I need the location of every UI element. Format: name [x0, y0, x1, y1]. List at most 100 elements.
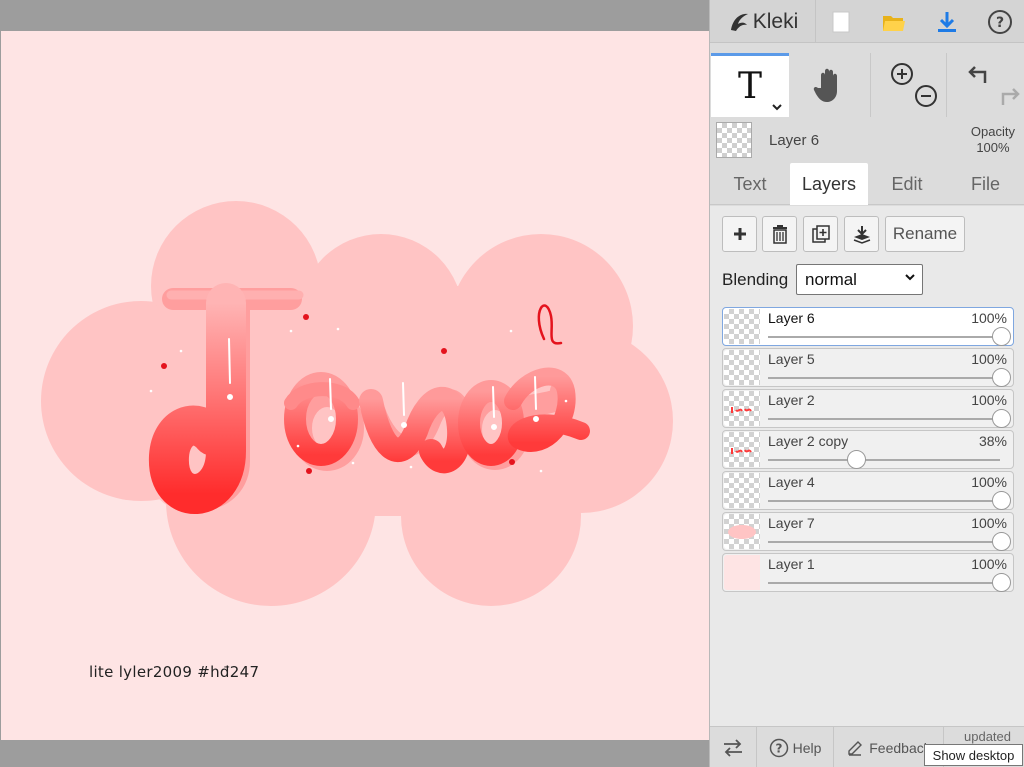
drawing-canvas[interactable]: lite lyler2009 #hđ247 — [1, 31, 709, 740]
layer-opacity-value: 100% — [971, 392, 1007, 408]
hand-tool-icon — [813, 68, 837, 102]
layer-opacity-slider[interactable] — [768, 500, 1000, 502]
layer-name: Layer 2 — [768, 392, 815, 408]
opacity-readout: Opacity 100% — [971, 124, 1015, 156]
layer-opacity-value: 100% — [971, 556, 1007, 572]
help-button[interactable]: ? — [976, 0, 1024, 43]
layer-name: Layer 4 — [768, 474, 815, 490]
layer-row[interactable]: Layer 1 100% — [722, 553, 1014, 592]
layer-name: Layer 5 — [768, 351, 815, 367]
add-layer-icon — [733, 228, 746, 240]
layer-row[interactable]: Layer 5 100% — [722, 348, 1014, 387]
layer-opacity-knob[interactable] — [992, 409, 1011, 428]
kleki-logo-icon — [730, 13, 748, 31]
layer-thumbnail — [724, 432, 760, 467]
delete-layer-icon — [772, 225, 787, 244]
opacity-label: Opacity — [970, 124, 1015, 139]
side-panel: Kleki ? T Layer 6 Opacity 100% Text Laye… — [709, 0, 1024, 767]
artwork — [41, 201, 673, 606]
layer-opacity-slider[interactable] — [768, 582, 1000, 584]
layer-name: Layer 2 copy — [768, 433, 849, 449]
layer-opacity-value: 38% — [978, 433, 1007, 449]
layer-opacity-knob[interactable] — [992, 532, 1011, 551]
layer-opacity-slider[interactable] — [768, 377, 1000, 379]
chevron-down-icon[interactable] — [771, 103, 783, 111]
layer-thumbnail — [724, 514, 760, 549]
open-file-button[interactable] — [870, 0, 918, 43]
panel-tabs: Text Layers Edit File — [710, 163, 1024, 205]
merge-down-icon — [853, 226, 870, 244]
add-layer-button[interactable] — [722, 216, 757, 252]
help-link[interactable]: ? Help — [757, 727, 834, 767]
download-icon — [938, 11, 956, 32]
svg-text:?: ? — [775, 741, 782, 755]
layer-row[interactable]: Layer 4 100% — [722, 471, 1014, 510]
tab-edit[interactable]: Edit — [868, 163, 946, 205]
layer-name: Layer 6 — [768, 310, 815, 326]
layer-opacity-slider[interactable] — [768, 418, 1000, 420]
swap-side-button[interactable] — [710, 727, 757, 767]
tab-file[interactable]: File — [946, 163, 1024, 205]
layer-opacity-value: 100% — [971, 351, 1007, 367]
layer-opacity-knob[interactable] — [992, 491, 1011, 510]
blending-select[interactable]: normal — [796, 264, 923, 295]
layer-opacity-value: 100% — [971, 474, 1007, 490]
swap-icon — [724, 738, 742, 757]
layer-list: Layer 6 100% Layer 5 100% Layer 2 100% Layer 2… — [722, 307, 1014, 594]
layer-row[interactable]: Layer 6 100% — [722, 307, 1014, 346]
duplicate-layer-button[interactable] — [803, 216, 838, 252]
redo-icon[interactable] — [995, 85, 1021, 109]
tab-layers[interactable]: Layers — [790, 163, 868, 205]
open-folder-icon — [883, 15, 905, 31]
layers-panel: Rename Blending normal Layer 6 100% Layer … — [710, 206, 1024, 726]
history-controls — [946, 53, 1024, 117]
blending-label: Blending — [722, 270, 789, 289]
layer-opacity-knob[interactable] — [992, 327, 1011, 346]
kleki-logo-button[interactable]: Kleki — [710, 0, 816, 43]
layer-thumbnail — [724, 555, 760, 590]
updated-label: updated — [964, 729, 1011, 744]
canvas-area[interactable]: lite lyler2009 #hđ247 — [0, 0, 709, 767]
zoom-controls — [870, 53, 944, 117]
chevron-down-icon — [905, 274, 915, 281]
feedback-icon — [848, 740, 863, 756]
layer-thumbnail — [724, 309, 760, 344]
svg-text:?: ? — [996, 15, 1004, 31]
undo-icon[interactable] — [967, 63, 993, 87]
layer-opacity-knob[interactable] — [992, 368, 1011, 387]
layer-opacity-knob[interactable] — [846, 450, 866, 469]
new-document-button[interactable] — [817, 0, 865, 43]
layer-opacity-slider[interactable] — [768, 336, 1000, 338]
help-label: Help — [792, 739, 822, 756]
new-document-icon — [832, 11, 850, 32]
text-tool-icon: T — [737, 66, 762, 107]
layer-opacity-value: 100% — [971, 310, 1007, 326]
duplicate-layer-icon — [811, 225, 830, 243]
current-layer-info: Layer 6 Opacity 100% — [710, 118, 1024, 162]
feedback-label: Feedback — [869, 739, 931, 756]
text-tool-button[interactable]: T — [711, 53, 789, 117]
tab-text[interactable]: Text — [711, 163, 789, 205]
zoom-out-icon[interactable] — [913, 83, 939, 109]
layer-opacity-knob[interactable] — [992, 573, 1011, 592]
layer-opacity-slider[interactable] — [768, 541, 1000, 543]
show-desktop-tooltip: Show desktop — [924, 744, 1023, 766]
tool-row: T — [710, 53, 1024, 117]
top-toolbar: Kleki ? — [710, 0, 1024, 43]
save-button[interactable] — [922, 0, 972, 43]
layer-opacity-slider[interactable] — [768, 459, 1000, 461]
rename-layer-button[interactable]: Rename — [885, 216, 965, 252]
layer-row[interactable]: Layer 2 100% — [722, 389, 1014, 428]
layer-row[interactable]: Layer 7 100% — [722, 512, 1014, 551]
merge-down-button[interactable] — [844, 216, 879, 252]
layer-thumbnail — [724, 350, 760, 385]
zoom-in-icon[interactable] — [889, 61, 915, 87]
layer-name: Layer 1 — [768, 556, 815, 572]
hand-tool-button[interactable] — [790, 53, 868, 117]
help-icon: ? — [988, 9, 1012, 34]
current-layer-thumbnail — [716, 122, 752, 158]
layer-row[interactable]: Layer 2 copy 38% — [722, 430, 1014, 469]
layer-name: Layer 7 — [768, 515, 815, 531]
delete-layer-button[interactable] — [762, 216, 797, 252]
current-layer-name: Layer 6 — [769, 132, 820, 149]
